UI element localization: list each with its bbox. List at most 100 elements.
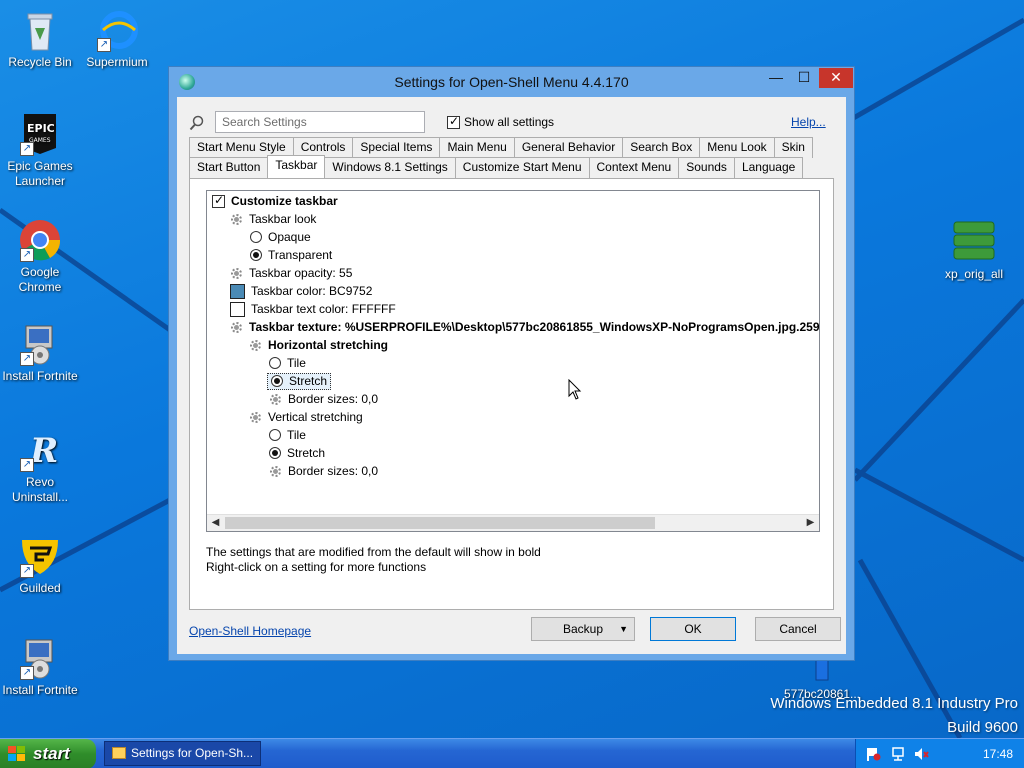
volume-muted-icon[interactable] bbox=[914, 747, 929, 761]
tab-special-items[interactable]: Special Items bbox=[352, 137, 441, 158]
shortcut-arrow-icon: ↗ bbox=[20, 458, 34, 472]
shortcut-arrow-icon: ↗ bbox=[20, 142, 34, 156]
tree-opaque[interactable]: Opaque bbox=[250, 228, 311, 246]
search-icon bbox=[189, 115, 204, 131]
opaque-radio[interactable] bbox=[250, 231, 262, 243]
tab-menu-look[interactable]: Menu Look bbox=[699, 137, 775, 158]
guilded-icon: ↗ bbox=[18, 534, 62, 578]
transparent-radio[interactable] bbox=[250, 249, 262, 261]
tree-label: Stretch bbox=[287, 446, 326, 460]
h-tile-radio[interactable] bbox=[269, 357, 281, 369]
tree-taskbar-text-color[interactable]: Taskbar text color: FFFFFF bbox=[230, 300, 396, 318]
desktop-icon-guilded[interactable]: ↗ Guilded bbox=[0, 534, 80, 596]
homepage-link[interactable]: Open-Shell Homepage bbox=[189, 624, 311, 638]
search-input[interactable] bbox=[215, 111, 425, 133]
settings-tree[interactable]: Customize taskbar Taskbar look Opaque Tr… bbox=[206, 190, 820, 532]
tab-language[interactable]: Language bbox=[733, 157, 804, 178]
tree-h-stretch[interactable]: Stretch bbox=[267, 372, 332, 390]
revo-uninstaller-icon: R ↗ bbox=[18, 428, 62, 472]
show-all-checkbox[interactable] bbox=[447, 114, 460, 129]
tab-taskbar[interactable]: Taskbar bbox=[267, 155, 326, 178]
start-button[interactable]: start bbox=[0, 739, 96, 768]
tree-label: Customize taskbar bbox=[231, 194, 338, 208]
tab-general-behavior[interactable]: General Behavior bbox=[513, 137, 624, 158]
tab-sounds[interactable]: Sounds bbox=[678, 157, 735, 178]
system-tray: 17:48 bbox=[855, 739, 1024, 768]
os-build: Build 9600 bbox=[947, 719, 1018, 736]
taskbar-tab-panel: Customize taskbar Taskbar look Opaque Tr… bbox=[189, 178, 834, 610]
tree-label: Taskbar color: BC9752 bbox=[251, 284, 373, 298]
tree-v-stretch[interactable]: Stretch bbox=[269, 444, 325, 462]
tree-customize-taskbar[interactable]: Customize taskbar bbox=[212, 192, 338, 210]
tab-row-front: Start Button Taskbar Windows 8.1 Setting… bbox=[189, 155, 804, 178]
setting-gear-icon bbox=[230, 321, 243, 334]
shortcut-arrow-icon: ↗ bbox=[97, 38, 111, 52]
network-icon[interactable] bbox=[890, 747, 905, 761]
horizontal-scrollbar[interactable]: ◀ ▶ bbox=[207, 514, 819, 531]
setting-gear-icon bbox=[249, 339, 262, 352]
tab-main-menu[interactable]: Main Menu bbox=[439, 137, 515, 158]
tree-taskbar-texture[interactable]: Taskbar texture: %USERPROFILE%\Desktop\5… bbox=[230, 318, 819, 336]
action-center-flag-icon[interactable] bbox=[866, 747, 881, 761]
tree-v-border-sizes[interactable]: Border sizes: 0,0 bbox=[269, 462, 378, 480]
shortcut-arrow-icon: ↗ bbox=[20, 666, 34, 680]
title-bar[interactable]: Settings for Open-Shell Menu 4.4.170 — ☐… bbox=[169, 67, 854, 97]
tree-taskbar-color[interactable]: Taskbar color: BC9752 bbox=[230, 282, 372, 300]
tab-start-button[interactable]: Start Button bbox=[189, 157, 269, 178]
clock[interactable]: 17:48 bbox=[983, 747, 1013, 761]
taskbar-item-settings[interactable]: Settings for Open-Sh... bbox=[104, 741, 261, 766]
maximize-button[interactable]: ☐ bbox=[791, 68, 817, 88]
tree-vertical-stretching[interactable]: Vertical stretching bbox=[249, 408, 363, 426]
scroll-right-icon[interactable]: ▶ bbox=[802, 515, 819, 531]
desktop-icon-recycle-bin[interactable]: Recycle Bin bbox=[0, 8, 80, 70]
dropdown-arrow-icon: ▼ bbox=[619, 624, 628, 634]
tree-transparent[interactable]: Transparent bbox=[250, 246, 332, 264]
setting-gear-icon bbox=[269, 393, 282, 406]
backup-button[interactable]: Backup ▼ bbox=[531, 617, 635, 641]
desktop-icon-xp-orig-all[interactable]: xp_orig_all bbox=[934, 220, 1014, 282]
tree-label: Taskbar look bbox=[249, 212, 317, 226]
tree-horizontal-stretching[interactable]: Horizontal stretching bbox=[249, 336, 388, 354]
window-title: Settings for Open-Shell Menu 4.4.170 bbox=[394, 74, 629, 90]
desktop-icon-epic-games[interactable]: EPIC GAMES ↗ Epic Games Launcher bbox=[0, 112, 80, 189]
shortcut-arrow-icon: ↗ bbox=[20, 352, 34, 366]
help-link[interactable]: Help... bbox=[791, 115, 826, 129]
tab-customize-start-menu[interactable]: Customize Start Menu bbox=[454, 157, 590, 178]
desktop-icon-revo[interactable]: R ↗ Revo Uninstall... bbox=[0, 428, 80, 505]
v-tile-radio[interactable] bbox=[269, 429, 281, 441]
tree-h-tile[interactable]: Tile bbox=[269, 354, 306, 372]
start-buttons-image-icon bbox=[952, 220, 996, 264]
tree-v-tile[interactable]: Tile bbox=[269, 426, 306, 444]
desktop-icon-install-fortnite[interactable]: ↗ Install Fortnite bbox=[0, 322, 80, 384]
tree-taskbar-look[interactable]: Taskbar look bbox=[230, 210, 316, 228]
h-stretch-radio[interactable] bbox=[271, 375, 283, 387]
v-stretch-radio[interactable] bbox=[269, 447, 281, 459]
scroll-left-icon[interactable]: ◀ bbox=[207, 515, 224, 531]
os-watermark: Windows Embedded 8.1 Industry Pro bbox=[770, 695, 1018, 712]
tree-taskbar-opacity[interactable]: Taskbar opacity: 55 bbox=[230, 264, 352, 282]
tree-label: Border sizes: 0,0 bbox=[288, 464, 379, 478]
customize-taskbar-checkbox[interactable] bbox=[212, 193, 225, 208]
scroll-thumb[interactable] bbox=[225, 517, 655, 529]
tree-label: Horizontal stretching bbox=[268, 338, 389, 352]
close-button[interactable]: ✕ bbox=[819, 68, 853, 88]
ok-button[interactable]: OK bbox=[650, 617, 736, 641]
desktop-icon-chrome[interactable]: ↗ Google Chrome bbox=[0, 218, 80, 295]
minimize-button[interactable]: — bbox=[763, 68, 789, 88]
taskbar-text-color-swatch bbox=[230, 301, 245, 317]
desktop-icon-install-fortnite-2[interactable]: ↗ Install Fortnite bbox=[0, 636, 80, 698]
mouse-cursor-icon bbox=[568, 379, 582, 400]
selected-item[interactable]: Stretch bbox=[267, 372, 332, 390]
svg-text:EPIC: EPIC bbox=[27, 122, 55, 135]
desktop-icon-label: Recycle Bin bbox=[8, 55, 72, 69]
tab-search-box[interactable]: Search Box bbox=[622, 137, 701, 158]
desktop-icon-supermium[interactable]: ↗ Supermium bbox=[77, 8, 157, 70]
desktop-icon-label: xp_orig_all bbox=[944, 267, 1004, 281]
tree-label: Tile bbox=[287, 428, 306, 442]
tab-windows-8-1-settings[interactable]: Windows 8.1 Settings bbox=[324, 157, 456, 178]
tree-h-border-sizes[interactable]: Border sizes: 0,0 bbox=[269, 390, 378, 408]
tab-context-menu[interactable]: Context Menu bbox=[588, 157, 680, 178]
cancel-button[interactable]: Cancel bbox=[755, 617, 841, 641]
show-all-settings[interactable]: Show all settings bbox=[447, 114, 554, 129]
tab-skin[interactable]: Skin bbox=[773, 137, 813, 158]
